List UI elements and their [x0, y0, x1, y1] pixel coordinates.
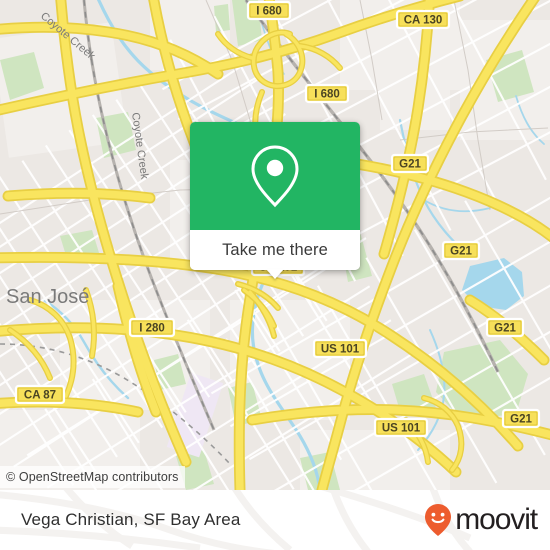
road-shield: CA 87: [14, 384, 66, 405]
map-attribution: © OpenStreetMap contributors: [0, 466, 185, 488]
location-callout[interactable]: Take me there: [190, 122, 360, 279]
attribution-text: © OpenStreetMap contributors: [6, 470, 179, 484]
road-shield-label: G21: [510, 414, 532, 426]
moovit-logo[interactable]: moovit: [423, 503, 538, 537]
map-screenshot: San José Coyote Creek Coyote Creek I 680 CA…: [0, 0, 550, 550]
map-pin-icon: [251, 145, 299, 208]
moovit-pin-smiley-icon: [425, 504, 452, 536]
take-me-there-label: Take me there: [222, 240, 328, 259]
callout-action-panel[interactable]: Take me there: [190, 230, 360, 270]
map-place-label: San José: [6, 286, 89, 308]
callout-pin-panel: [190, 122, 360, 230]
road-shield-label: G21: [399, 159, 421, 171]
place-title: Vega Christian, SF Bay Area: [21, 510, 241, 529]
callout-tail: [266, 269, 284, 279]
road-shield: I 680: [304, 83, 350, 104]
moovit-wordmark: moovit: [455, 503, 538, 536]
road-shield: G21: [390, 153, 430, 174]
footer-bar: Vega Christian, SF Bay Area moovit: [0, 490, 550, 550]
road-shield: CA 130: [395, 9, 451, 30]
road-shield-label: I 280: [139, 323, 165, 335]
road-shield-label: I 680: [256, 6, 282, 18]
road-shield-label: G21: [450, 246, 472, 258]
road-shield-label: US 101: [321, 344, 360, 356]
road-shield: G21: [501, 408, 541, 429]
road-shield: US 101: [312, 338, 368, 359]
road-shield: I 680: [246, 0, 292, 21]
road-shield-label: CA 130: [404, 15, 443, 27]
road-shield: US 101: [373, 417, 429, 438]
road-shield-label: US 101: [382, 423, 421, 435]
road-shield-label: CA 87: [24, 390, 56, 402]
road-shield-label: I 680: [314, 89, 340, 101]
road-shield-label: G21: [494, 323, 516, 335]
road-shield: G21: [441, 240, 481, 261]
road-shield: I 280: [128, 317, 176, 338]
road-shield: G21: [485, 317, 525, 338]
